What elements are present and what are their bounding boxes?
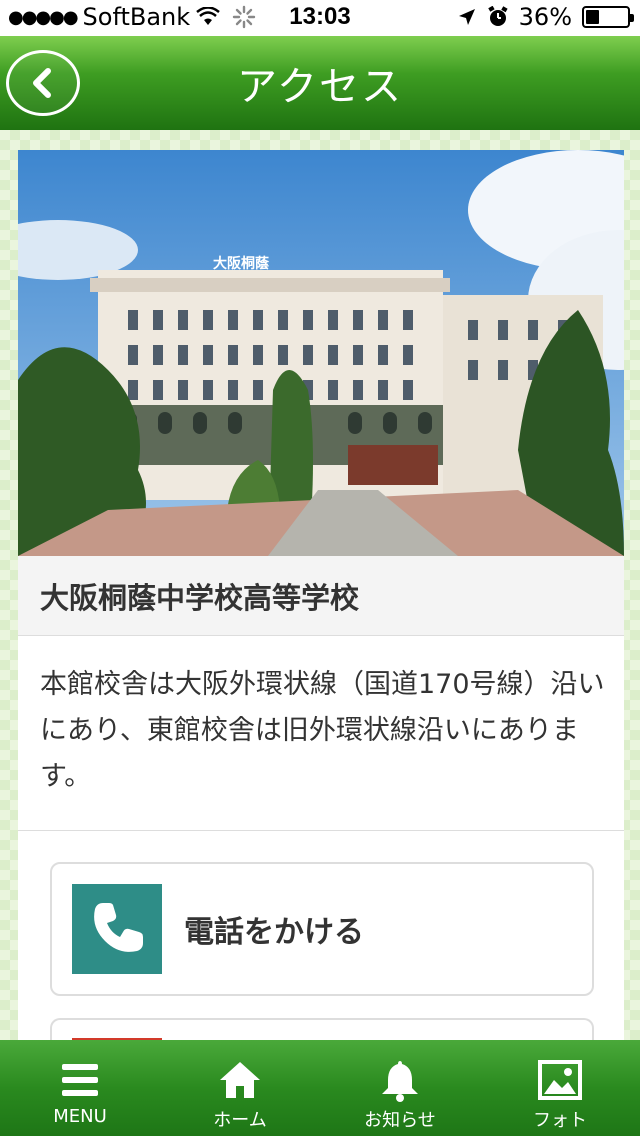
back-button[interactable] (6, 50, 80, 116)
svg-text:大阪桐蔭: 大阪桐蔭 (213, 255, 270, 272)
tab-home-label: ホーム (213, 1110, 267, 1131)
school-name-bar: 大阪桐蔭中学校高等学校 (18, 556, 624, 636)
tab-photo-label: フォト (533, 1110, 587, 1131)
alarm-clock-icon (487, 6, 508, 26)
battery-percentage: 36% (518, 3, 572, 31)
home-icon (220, 1062, 260, 1098)
phone-icon (72, 884, 162, 974)
location-arrow-icon (458, 9, 475, 25)
bottom-tab-bar: MENU ホーム お知らせ フォト (0, 1040, 640, 1136)
tab-news[interactable]: お知らせ (320, 1040, 480, 1136)
battery-icon (582, 6, 634, 28)
status-right: 36% (457, 3, 634, 31)
school-building-photo: 大阪桐蔭 (18, 150, 624, 556)
access-description: 本館校舎は大阪外環状線（国道170号線）沿いにあり、東館校舎は旧外環状線沿いにあ… (40, 669, 605, 792)
hamburger-icon (62, 1064, 98, 1096)
tab-menu[interactable]: MENU (0, 1040, 160, 1136)
status-bar: ●●●●● SoftBank 13:03 36% (0, 0, 640, 36)
divider (18, 830, 624, 831)
nav-header: アクセス (0, 36, 640, 130)
tab-menu-label: MENU (53, 1106, 107, 1127)
tab-home[interactable]: ホーム (160, 1040, 320, 1136)
photo-icon (538, 1060, 582, 1100)
school-name: 大阪桐蔭中学校高等学校 (40, 580, 360, 615)
call-phone-button[interactable]: 電話をかける (50, 862, 594, 996)
chevron-left-icon (33, 68, 51, 98)
call-button-label: 電話をかける (184, 915, 364, 950)
tab-news-label: お知らせ (364, 1110, 436, 1131)
content-card: 大阪桐蔭 大阪桐蔭中学校高等学校 本館校舎は大阪外環状線（国道170号線）沿いに… (18, 150, 624, 1078)
tab-photo[interactable]: フォト (480, 1040, 640, 1136)
page-title: アクセス (237, 64, 403, 110)
bell-icon (382, 1061, 418, 1102)
